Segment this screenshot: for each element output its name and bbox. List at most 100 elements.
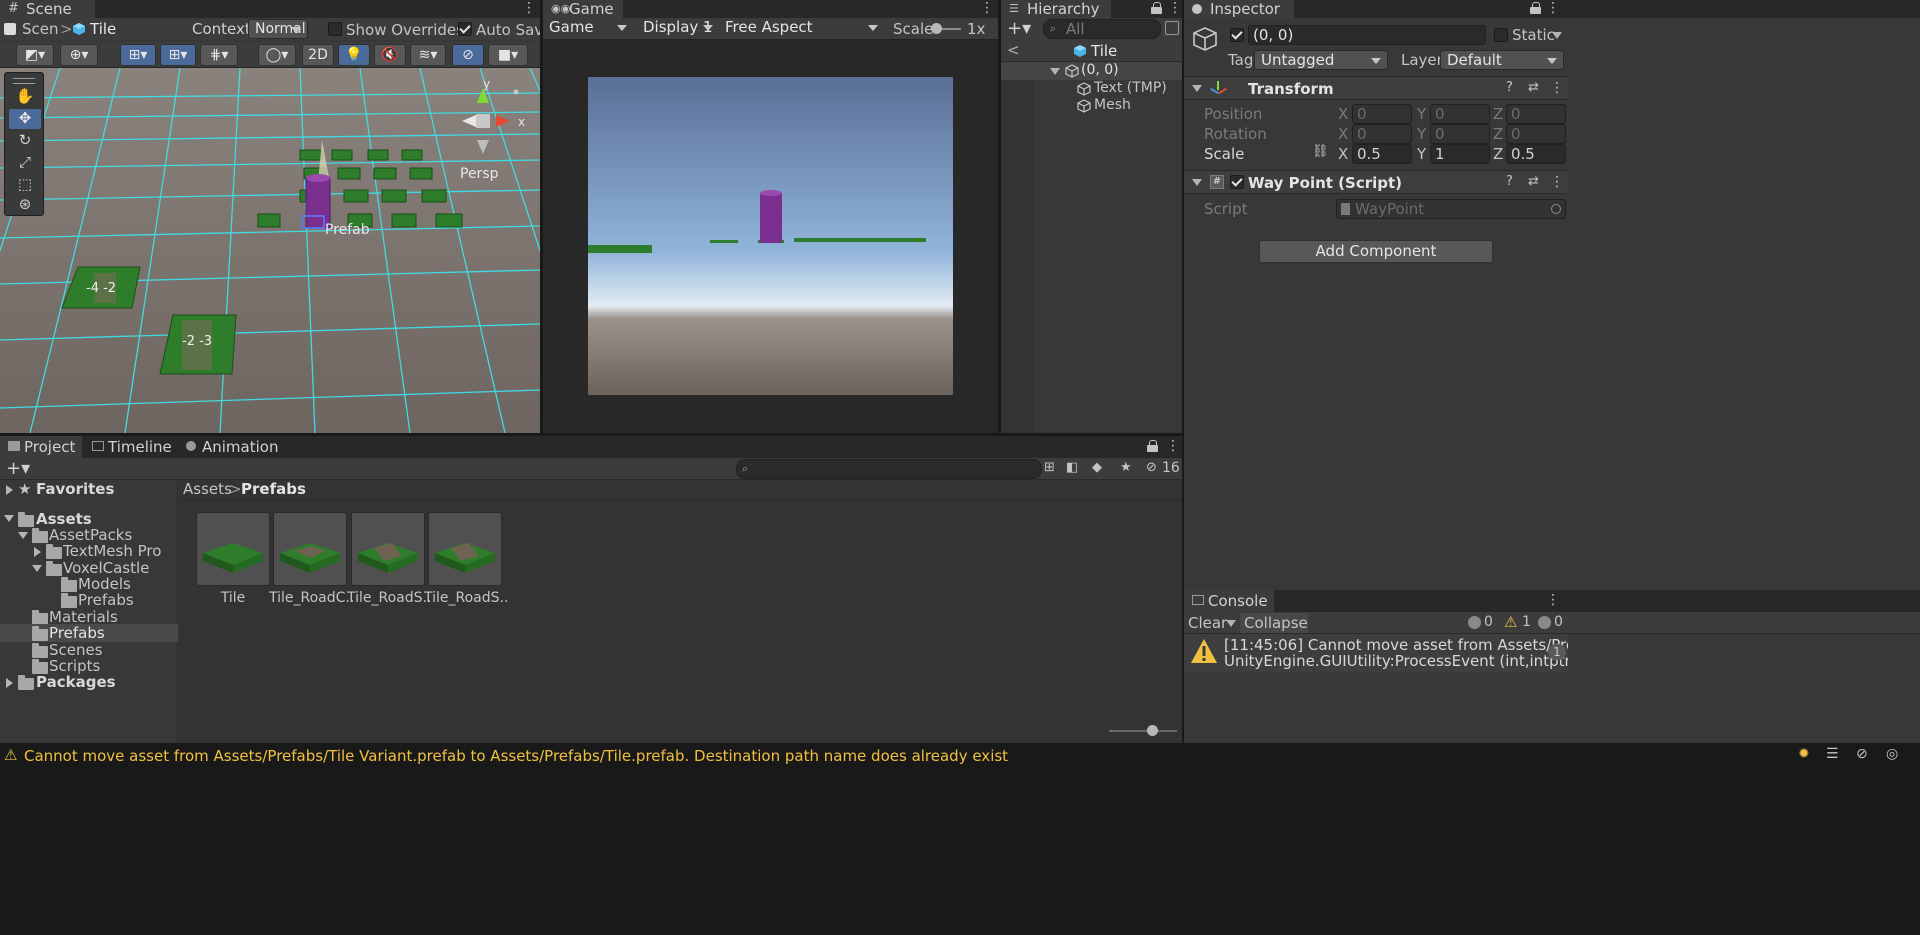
asset-thumb-roadc[interactable] <box>273 512 347 586</box>
presets-icon[interactable]: ⇄ <box>1528 80 1539 95</box>
scale-z-field[interactable]: 0.5 <box>1506 144 1566 164</box>
hierarchy-add-icon[interactable]: +▾ <box>1007 18 1031 39</box>
add-component-button[interactable]: Add Component <box>1259 240 1493 263</box>
lighting-toggle-icon[interactable]: 💡 <box>338 44 370 66</box>
search-by-type-icon[interactable]: ⊞ <box>1044 460 1055 475</box>
asset-thumb-roads-1[interactable] <box>351 512 425 586</box>
assetpacks-expand-icon[interactable] <box>18 532 28 539</box>
back-chevron-icon[interactable]: < <box>1007 41 1020 59</box>
static-dropdown-icon[interactable] <box>1552 32 1562 39</box>
aspect-dropdown[interactable]: Free Aspect <box>719 18 884 38</box>
content-breadcrumb-assets[interactable]: Assets <box>183 480 232 498</box>
persp-label[interactable]: Persp <box>460 166 499 182</box>
clear-button[interactable]: Clear <box>1188 614 1227 632</box>
hierarchy-menu-icon[interactable]: ⋮ <box>1168 0 1182 18</box>
textmeshpro-expand-icon[interactable] <box>34 547 41 557</box>
context-dropdown[interactable]: Normal <box>248 19 308 39</box>
inspector-lock-icon[interactable] <box>1530 2 1541 14</box>
static-checkbox[interactable] <box>1494 28 1508 42</box>
lighting-status-icon[interactable]: ✹ <box>1798 746 1810 762</box>
console-menu-icon[interactable]: ⋮ <box>1546 592 1560 610</box>
tab-inspector[interactable]: Inspector <box>1184 0 1294 18</box>
layer-dropdown[interactable]: Default <box>1440 50 1564 70</box>
move-tool-icon[interactable]: ✥ <box>9 109 41 129</box>
info-count-icon[interactable] <box>1468 616 1481 629</box>
filter-by-label-icon[interactable]: ◆ <box>1092 460 1102 475</box>
rotation-z-field[interactable]: 0 <box>1506 124 1566 144</box>
scale-slider[interactable] <box>931 23 961 34</box>
tab-timeline[interactable]: Timeline <box>84 436 176 458</box>
tree-textmeshpro[interactable]: TextMesh Pro <box>63 542 161 560</box>
rotation-y-field[interactable]: 0 <box>1430 124 1490 144</box>
shading-button[interactable]: ◯▾ <box>258 44 296 66</box>
waypoint-header[interactable]: # Way Point (Script) ? ⇄ ⋮ <box>1184 170 1568 194</box>
asset-thumb-tile[interactable] <box>196 512 270 586</box>
camera-settings-icon[interactable]: ■▾ <box>488 44 528 66</box>
tree-packages[interactable]: Packages <box>36 673 116 691</box>
position-y-field[interactable]: 0 <box>1430 104 1490 124</box>
waypoint-foldout-icon[interactable] <box>1192 179 1202 186</box>
packages-expand-icon[interactable] <box>6 678 13 688</box>
scale-y-field[interactable]: 1 <box>1430 144 1490 164</box>
tree-prefabs-row[interactable]: Prefabs <box>0 624 178 642</box>
project-search-input[interactable]: ⌕ <box>736 459 1042 479</box>
display-dropdown[interactable]: Display 1 <box>637 18 719 38</box>
thumbnail-size-slider[interactable] <box>1109 725 1177 736</box>
show-overrides-checkbox[interactable] <box>328 22 342 36</box>
assets-expand-icon[interactable] <box>4 515 14 522</box>
tab-game[interactable]: ◉◉ Game <box>543 0 623 18</box>
game-view[interactable] <box>588 77 953 395</box>
position-x-field[interactable]: 0 <box>1352 104 1412 124</box>
visibility-toggle-icon[interactable]: ⊘ <box>452 44 484 66</box>
component-menu-icon-2[interactable]: ⋮ <box>1550 174 1564 190</box>
clear-dropdown-icon[interactable] <box>1226 620 1236 627</box>
scale-slider-thumb[interactable] <box>931 23 942 34</box>
content-breadcrumb-prefabs[interactable]: Prefabs <box>241 480 306 498</box>
scale-x-field[interactable]: 0.5 <box>1352 144 1412 164</box>
transform-tool-icon[interactable]: ⊛ <box>11 195 39 215</box>
filter-by-type-icon[interactable]: ◧ <box>1066 460 1078 475</box>
hierarchy-row-1[interactable]: Text (TMP) <box>1001 80 1182 98</box>
tree-voxel-prefabs[interactable]: Prefabs <box>78 591 134 609</box>
hand-tool-icon[interactable]: ✋ <box>11 87 39 107</box>
audio-toggle-icon[interactable]: 🔇 <box>374 44 406 66</box>
hierarchy-search-input[interactable]: ⌕ All <box>1043 19 1161 39</box>
breadcrumb-tile[interactable]: Tile <box>90 20 116 38</box>
transform-header[interactable]: Transform ? ⇄ ⋮ <box>1184 76 1568 100</box>
scene-viewport[interactable]: y x Persp Prefab -4 -2 -2 -3 ✋ ✥ ↻ ⤢ ⬚ ⊛ <box>0 68 540 433</box>
expand-arrow-icon[interactable] <box>1050 68 1060 75</box>
project-add-icon[interactable]: +▾ <box>6 458 30 479</box>
active-checkbox[interactable] <box>1230 28 1244 42</box>
rotation-x-field[interactable]: 0 <box>1352 124 1412 144</box>
voxelcastle-expand-icon[interactable] <box>32 565 42 572</box>
game-mode-dropdown[interactable]: Game <box>543 18 633 38</box>
increment-snap-button[interactable]: ⊞▾ <box>160 44 196 66</box>
script-field[interactable]: WayPoint <box>1336 199 1566 219</box>
game-menu-icon[interactable]: ⋮ <box>980 0 994 18</box>
project-lock-icon[interactable] <box>1147 440 1158 452</box>
inspector-menu-icon[interactable]: ⋮ <box>1546 0 1560 18</box>
transform-foldout-icon[interactable] <box>1192 85 1202 92</box>
auto-save-checkbox[interactable] <box>458 22 472 36</box>
tree-favorites[interactable]: Favorites <box>36 480 114 498</box>
breadcrumb-scene[interactable]: Scen <box>22 20 59 38</box>
thumbnail-size-thumb[interactable] <box>1147 725 1158 736</box>
rotate-tool-icon[interactable]: ↻ <box>11 131 39 151</box>
warning-count-icon[interactable]: ⚠ <box>1504 613 1517 631</box>
hierarchy-row-0[interactable]: (0, 0) <box>1001 62 1182 80</box>
status-message[interactable]: Cannot move asset from Assets/Prefabs/Ti… <box>24 747 1008 765</box>
cache-server-icon[interactable]: ☰ <box>1826 746 1839 762</box>
tab-scene[interactable]: # Scene <box>0 0 95 18</box>
console-row[interactable]: [11:45:06] Cannot move asset from Assets… <box>1184 634 1568 672</box>
scale-tool-icon[interactable]: ⤢ <box>11 153 39 173</box>
error-count-icon[interactable] <box>1538 616 1551 629</box>
presets-icon-2[interactable]: ⇄ <box>1528 174 1539 189</box>
grid-snap-button[interactable]: ⊞▾ <box>120 44 156 66</box>
hierarchy-lock-icon[interactable] <box>1151 2 1162 14</box>
draw-mode-button[interactable]: ◩▾ <box>16 44 54 66</box>
help-icon[interactable]: ? <box>1506 80 1513 95</box>
rect-tool-icon[interactable]: ⬚ <box>11 175 39 195</box>
favorite-star-icon[interactable]: ★ <box>1120 460 1132 475</box>
position-z-field[interactable]: 0 <box>1506 104 1566 124</box>
constrain-proportions-icon[interactable]: ⛓ <box>1312 144 1329 159</box>
